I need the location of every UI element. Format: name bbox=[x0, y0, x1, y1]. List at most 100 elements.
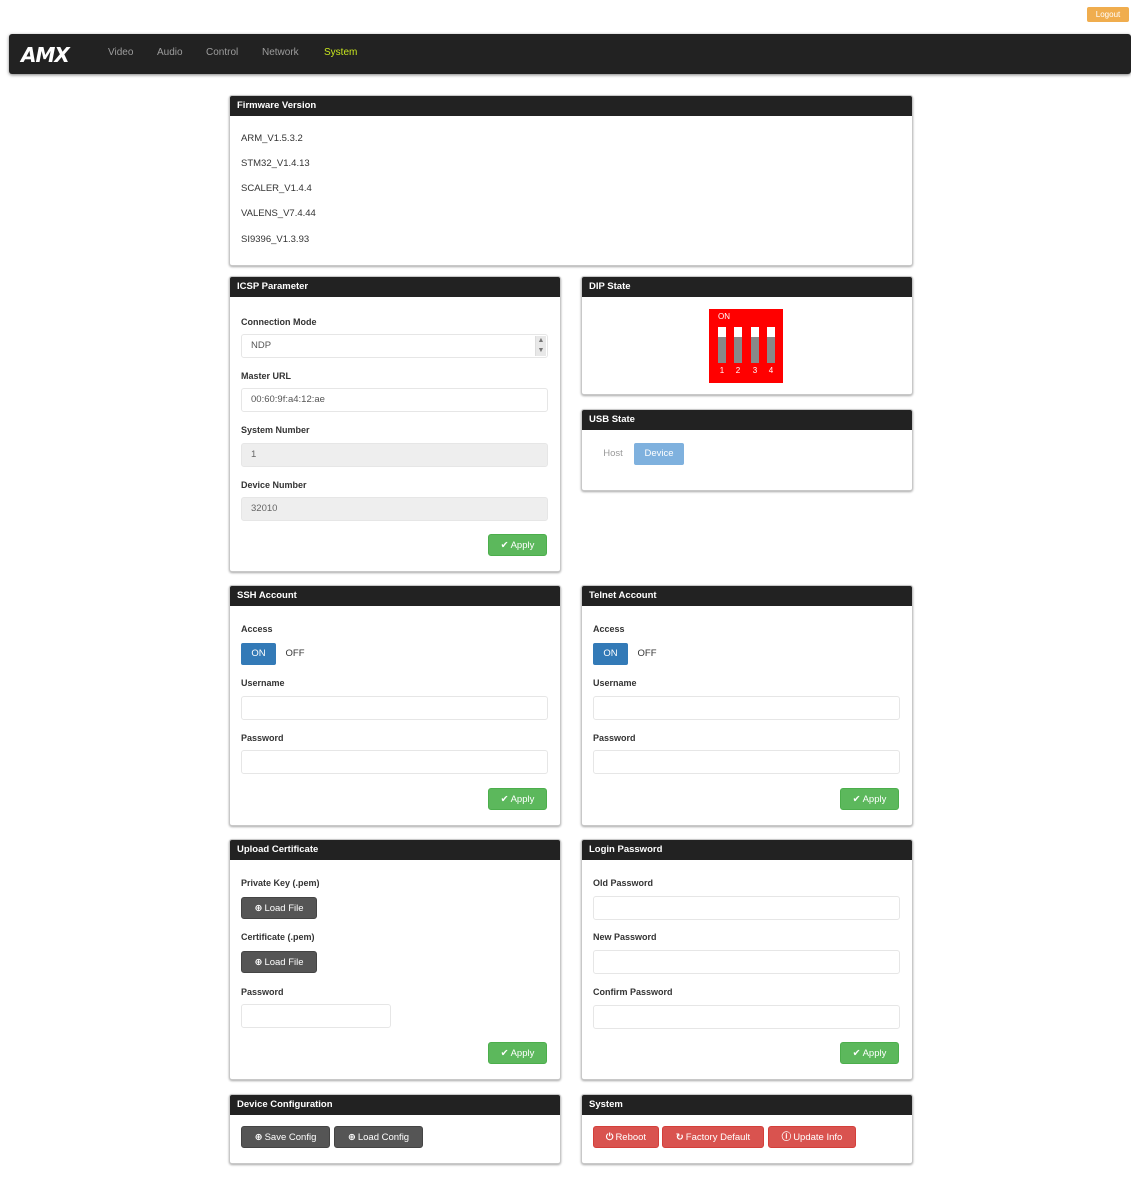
telnet-username-input[interactable] bbox=[593, 696, 900, 720]
nav-control[interactable]: Control bbox=[206, 47, 238, 58]
reboot-label: Reboot bbox=[615, 1132, 647, 1143]
telnet-password-label: Password bbox=[593, 733, 636, 743]
check-icon: ✔ bbox=[852, 794, 861, 805]
ssh-access-label: Access bbox=[241, 624, 273, 634]
master-url-label: Master URL bbox=[241, 371, 292, 381]
private-key-load-file-button[interactable]: ⊕ Load File bbox=[241, 897, 317, 919]
dip-switch-block: ON 1 2 3 4 bbox=[709, 309, 783, 383]
certificate-label: Certificate (.pem) bbox=[241, 932, 315, 942]
icsp-apply-button[interactable]: ✔ Apply bbox=[488, 534, 547, 556]
dip-switch-4 bbox=[767, 327, 775, 363]
ssh-access-off-toggle[interactable]: OFF bbox=[276, 643, 314, 665]
device-configuration-panel: Device Configuration ⊕ Save Config ⊕ Load … bbox=[229, 1094, 561, 1164]
system-panel: System ⏻ Reboot ↻ Factory Default ⓘ Update … bbox=[581, 1094, 913, 1164]
select-arrows-icon: ▲ ▼ bbox=[535, 336, 546, 356]
certificate-apply-label: Apply bbox=[510, 1048, 535, 1059]
certificate-panel-title: Upload Certificate bbox=[230, 840, 560, 860]
factory-default-label: Factory Default bbox=[685, 1132, 751, 1143]
ssh-username-label: Username bbox=[241, 678, 285, 688]
certificate-password-input[interactable] bbox=[241, 1004, 391, 1028]
usb-device-toggle[interactable]: Device bbox=[634, 443, 684, 465]
telnet-apply-label: Apply bbox=[862, 794, 887, 805]
amx-logo: AMX bbox=[21, 43, 70, 67]
ssh-password-input[interactable] bbox=[241, 750, 548, 774]
login-password-apply-label: Apply bbox=[862, 1048, 887, 1059]
upload-icon: ⊕ bbox=[347, 1132, 356, 1143]
nav-video[interactable]: Video bbox=[108, 47, 133, 58]
certificate-load-file-label: Load File bbox=[264, 957, 304, 968]
old-password-label: Old Password bbox=[593, 878, 654, 888]
check-icon: ✔ bbox=[852, 1048, 861, 1059]
ssh-panel-title: SSH Account bbox=[230, 586, 560, 606]
dip-number-3: 3 bbox=[752, 366, 758, 375]
nav-system[interactable]: System bbox=[324, 47, 357, 58]
logout-button[interactable]: Logout bbox=[1087, 7, 1129, 22]
new-password-label: New Password bbox=[593, 932, 657, 942]
dip-switch-3 bbox=[751, 327, 759, 363]
check-icon: ✔ bbox=[500, 540, 509, 551]
ssh-password-label: Password bbox=[241, 733, 284, 743]
confirm-password-label: Confirm Password bbox=[593, 987, 673, 997]
dip-switch-2 bbox=[734, 327, 742, 363]
ssh-account-panel: SSH Account Access ON OFF Username Passw… bbox=[229, 585, 561, 826]
factory-default-button[interactable]: ↻ Factory Default bbox=[662, 1126, 764, 1148]
nav-audio[interactable]: Audio bbox=[157, 47, 183, 58]
firmware-version-stm32: STM32_V1.4.13 bbox=[241, 158, 310, 169]
confirm-password-input[interactable] bbox=[593, 1005, 900, 1029]
new-password-input[interactable] bbox=[593, 950, 900, 974]
device-number-label: Device Number bbox=[241, 480, 307, 490]
upload-icon: ⊕ bbox=[254, 957, 263, 968]
reboot-button[interactable]: ⏻ Reboot bbox=[593, 1126, 659, 1148]
dip-number-2: 2 bbox=[735, 366, 741, 375]
check-icon: ✔ bbox=[500, 1048, 509, 1059]
firmware-version-scaler: SCALER_V1.4.4 bbox=[241, 183, 312, 194]
login-password-apply-button[interactable]: ✔ Apply bbox=[840, 1042, 899, 1064]
top-navbar: AMX Video Audio Control Network System bbox=[9, 34, 1131, 74]
telnet-access-off-toggle[interactable]: OFF bbox=[628, 643, 666, 665]
firmware-version-arm: ARM_V1.5.3.2 bbox=[241, 133, 303, 144]
certificate-apply-button[interactable]: ✔ Apply bbox=[488, 1042, 547, 1064]
firmware-panel: Firmware Version ARM_V1.5.3.2 STM32_V1.4… bbox=[229, 95, 913, 266]
connection-mode-value: NDP bbox=[251, 340, 272, 351]
power-icon: ⏻ bbox=[605, 1132, 614, 1143]
dip-number-1: 1 bbox=[719, 366, 725, 375]
usb-state-panel: USB State Host Device bbox=[581, 409, 913, 491]
login-password-panel: Login Password Old Password New Password… bbox=[581, 839, 913, 1080]
ssh-apply-label: Apply bbox=[510, 794, 535, 805]
download-icon: ⊕ bbox=[254, 1132, 263, 1143]
telnet-password-input[interactable] bbox=[593, 750, 900, 774]
connection-mode-label: Connection Mode bbox=[241, 317, 317, 327]
icsp-panel: ICSP Parameter Connection Mode NDP ▲ ▼ Ma… bbox=[229, 276, 561, 572]
telnet-account-panel: Telnet Account Access ON OFF Username Pa… bbox=[581, 585, 913, 826]
load-config-label: Load Config bbox=[357, 1132, 410, 1143]
nav-network[interactable]: Network bbox=[262, 47, 299, 58]
usb-host-toggle[interactable]: Host bbox=[593, 443, 633, 465]
telnet-access-label: Access bbox=[593, 624, 625, 634]
dip-switch-1 bbox=[718, 327, 726, 363]
update-info-button[interactable]: ⓘ Update Info bbox=[768, 1126, 856, 1148]
icsp-panel-title: ICSP Parameter bbox=[230, 277, 560, 297]
telnet-apply-button[interactable]: ✔ Apply bbox=[840, 788, 899, 810]
certificate-password-label: Password bbox=[241, 987, 284, 997]
private-key-label: Private Key (.pem) bbox=[241, 878, 320, 888]
old-password-input[interactable] bbox=[593, 896, 900, 920]
connection-mode-select[interactable]: NDP ▲ ▼ bbox=[241, 334, 548, 358]
load-config-button[interactable]: ⊕ Load Config bbox=[334, 1126, 423, 1148]
upload-certificate-panel: Upload Certificate Private Key (.pem) ⊕ L… bbox=[229, 839, 561, 1080]
ssh-apply-button[interactable]: ✔ Apply bbox=[488, 788, 547, 810]
ssh-access-on-toggle[interactable]: ON bbox=[241, 643, 276, 665]
update-info-label: Update Info bbox=[793, 1132, 843, 1143]
upload-icon: ⊕ bbox=[254, 903, 263, 914]
dip-number-4: 4 bbox=[768, 366, 774, 375]
device-config-panel-title: Device Configuration bbox=[230, 1095, 560, 1115]
refresh-icon: ↻ bbox=[675, 1132, 684, 1143]
save-config-button[interactable]: ⊕ Save Config bbox=[241, 1126, 330, 1148]
save-config-label: Save Config bbox=[264, 1132, 317, 1143]
certificate-load-file-button[interactable]: ⊕ Load File bbox=[241, 951, 317, 973]
master-url-input[interactable]: 00:60:9f:a4:12:ae bbox=[241, 388, 548, 412]
device-number-input: 32010 bbox=[241, 497, 548, 521]
telnet-access-on-toggle[interactable]: ON bbox=[593, 643, 628, 665]
ssh-username-input[interactable] bbox=[241, 696, 548, 720]
dip-on-label: ON bbox=[718, 312, 730, 321]
telnet-panel-title: Telnet Account bbox=[582, 586, 912, 606]
